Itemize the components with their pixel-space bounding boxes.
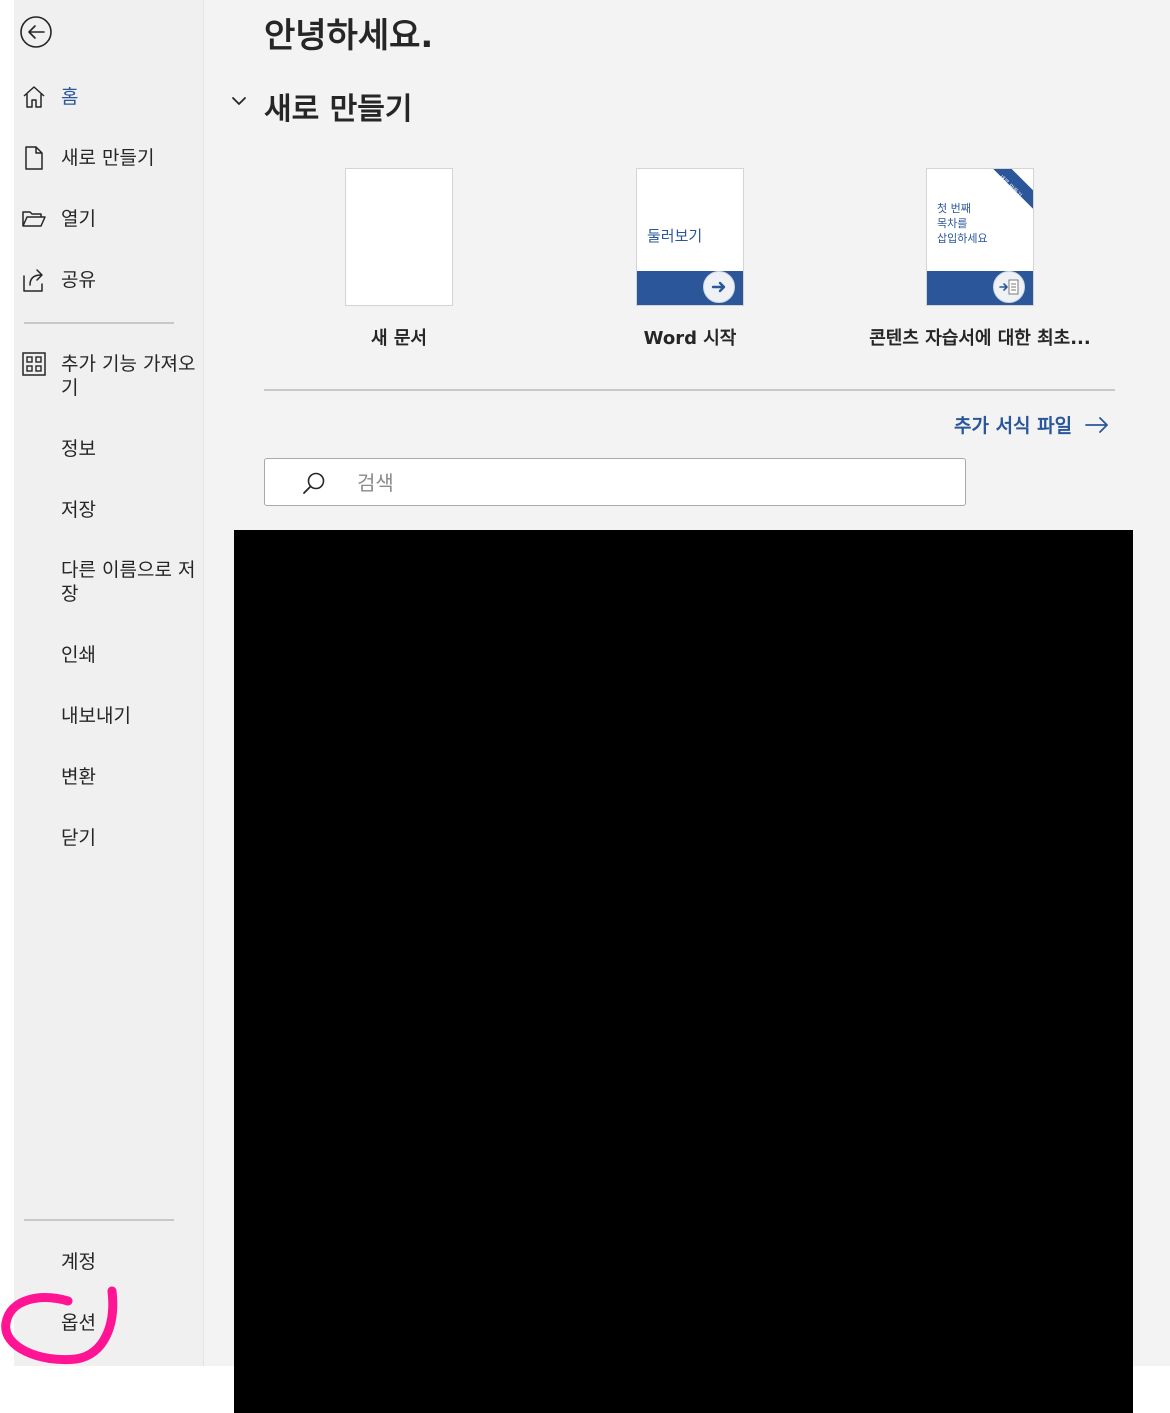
arrow-right-icon: [1085, 416, 1109, 433]
sidebar-item-label: 닫기: [61, 827, 96, 849]
sidebar-item-label: 내보내기: [61, 705, 131, 727]
search-input[interactable]: [355, 467, 939, 499]
sidebar-item-open[interactable]: 열기: [14, 206, 203, 232]
sidebar-item-account[interactable]: 계정: [14, 1249, 203, 1275]
more-templates-label: 추가 서식 파일: [954, 415, 1073, 437]
sidebar-item-label: 새로 만들기: [61, 147, 155, 169]
back-button[interactable]: [18, 14, 54, 50]
sidebar-item-export[interactable]: 내보내기: [14, 703, 203, 729]
add-ins-grid-icon: [22, 352, 46, 376]
new-section-title: 새로 만들기: [264, 92, 413, 127]
sidebar-item-get-addins[interactable]: 추가 기능 가져오기: [14, 351, 203, 401]
template-thumbnail: 둘러보기: [636, 168, 744, 306]
sidebar-item-label: 변환: [61, 766, 96, 788]
section-divider: [264, 389, 1115, 391]
sidebar-item-print[interactable]: 인쇄: [14, 642, 203, 668]
folder-open-icon: [22, 211, 46, 227]
share-icon: [23, 269, 43, 292]
sidebar-item-label: 정보: [61, 438, 96, 460]
sidebar-item-label: 옵션: [61, 1312, 96, 1334]
template-thumbnail: [345, 168, 453, 306]
template-blank-document[interactable]: 새 문서: [269, 168, 529, 358]
sidebar-item-share[interactable]: 공유: [14, 267, 203, 293]
sidebar-item-label: 인쇄: [61, 644, 96, 666]
template-caption: 콘텐츠 자습서에 대한 최초...: [869, 328, 1091, 349]
sidebar-item-label: 저장: [61, 499, 96, 521]
template-caption: 새 문서: [371, 328, 427, 349]
sidebar-item-label: 계정: [61, 1251, 96, 1273]
sidebar-item-new[interactable]: 새로 만들기: [14, 145, 203, 171]
template-caption: Word 시작: [643, 328, 737, 349]
sidebar-item-label: 추가 기능 가져오기: [61, 353, 196, 399]
sidebar-item-label: 열기: [61, 208, 96, 230]
sidebar-divider: [24, 322, 174, 324]
greeting-heading: 안녕하세요.: [264, 16, 434, 56]
template-toc-tutorial[interactable]: 첫 번째 목차를 삽입하세요 새로 만들기 콘텐츠 자습서에 대한 최초...: [850, 168, 1110, 358]
home-icon: [23, 86, 45, 108]
more-templates-link[interactable]: 추가 서식 파일: [954, 411, 1110, 438]
sidebar-item-label: 홈: [61, 86, 79, 108]
new-document-icon: [25, 146, 43, 170]
chevron-down-icon[interactable]: [228, 90, 250, 112]
sidebar-item-close[interactable]: 닫기: [14, 825, 203, 851]
sidebar-item-transform[interactable]: 변환: [14, 764, 203, 790]
ribbon-text: 새로 만들기: [997, 173, 1023, 200]
back-arrow-circle-icon: [20, 16, 52, 48]
sidebar-item-save-as[interactable]: 다른 이름으로 저장: [14, 557, 203, 607]
sidebar-item-label: 공유: [61, 269, 96, 291]
template-word-tour[interactable]: 둘러보기 Word 시작: [560, 168, 820, 358]
new-ribbon: 새로 만들기: [982, 169, 1033, 215]
sidebar-divider: [24, 1219, 174, 1221]
sidebar-item-options[interactable]: 옵션: [14, 1310, 203, 1336]
arrow-right-icon: [703, 271, 735, 303]
backstage-sidebar: 홈 새로 만들기 열기 공유 추가 기능 가져오기 정보 저장 다른 이름으로 …: [14, 0, 204, 1366]
sidebar-item-save[interactable]: 저장: [14, 497, 203, 523]
sidebar-item-label: 다른 이름으로 저장: [61, 559, 196, 605]
thumbnail-text: 둘러보기: [647, 227, 703, 245]
search-icon: [303, 472, 325, 494]
sidebar-item-home[interactable]: 홈: [14, 84, 203, 110]
insert-toc-icon: [993, 271, 1025, 303]
redacted-region: [234, 530, 1133, 1413]
template-thumbnail: 첫 번째 목차를 삽입하세요 새로 만들기: [926, 168, 1034, 306]
thumbnail-text: 첫 번째 목차를 삽입하세요: [937, 202, 988, 245]
sidebar-item-info[interactable]: 정보: [14, 436, 203, 462]
template-search-box[interactable]: [264, 458, 966, 506]
